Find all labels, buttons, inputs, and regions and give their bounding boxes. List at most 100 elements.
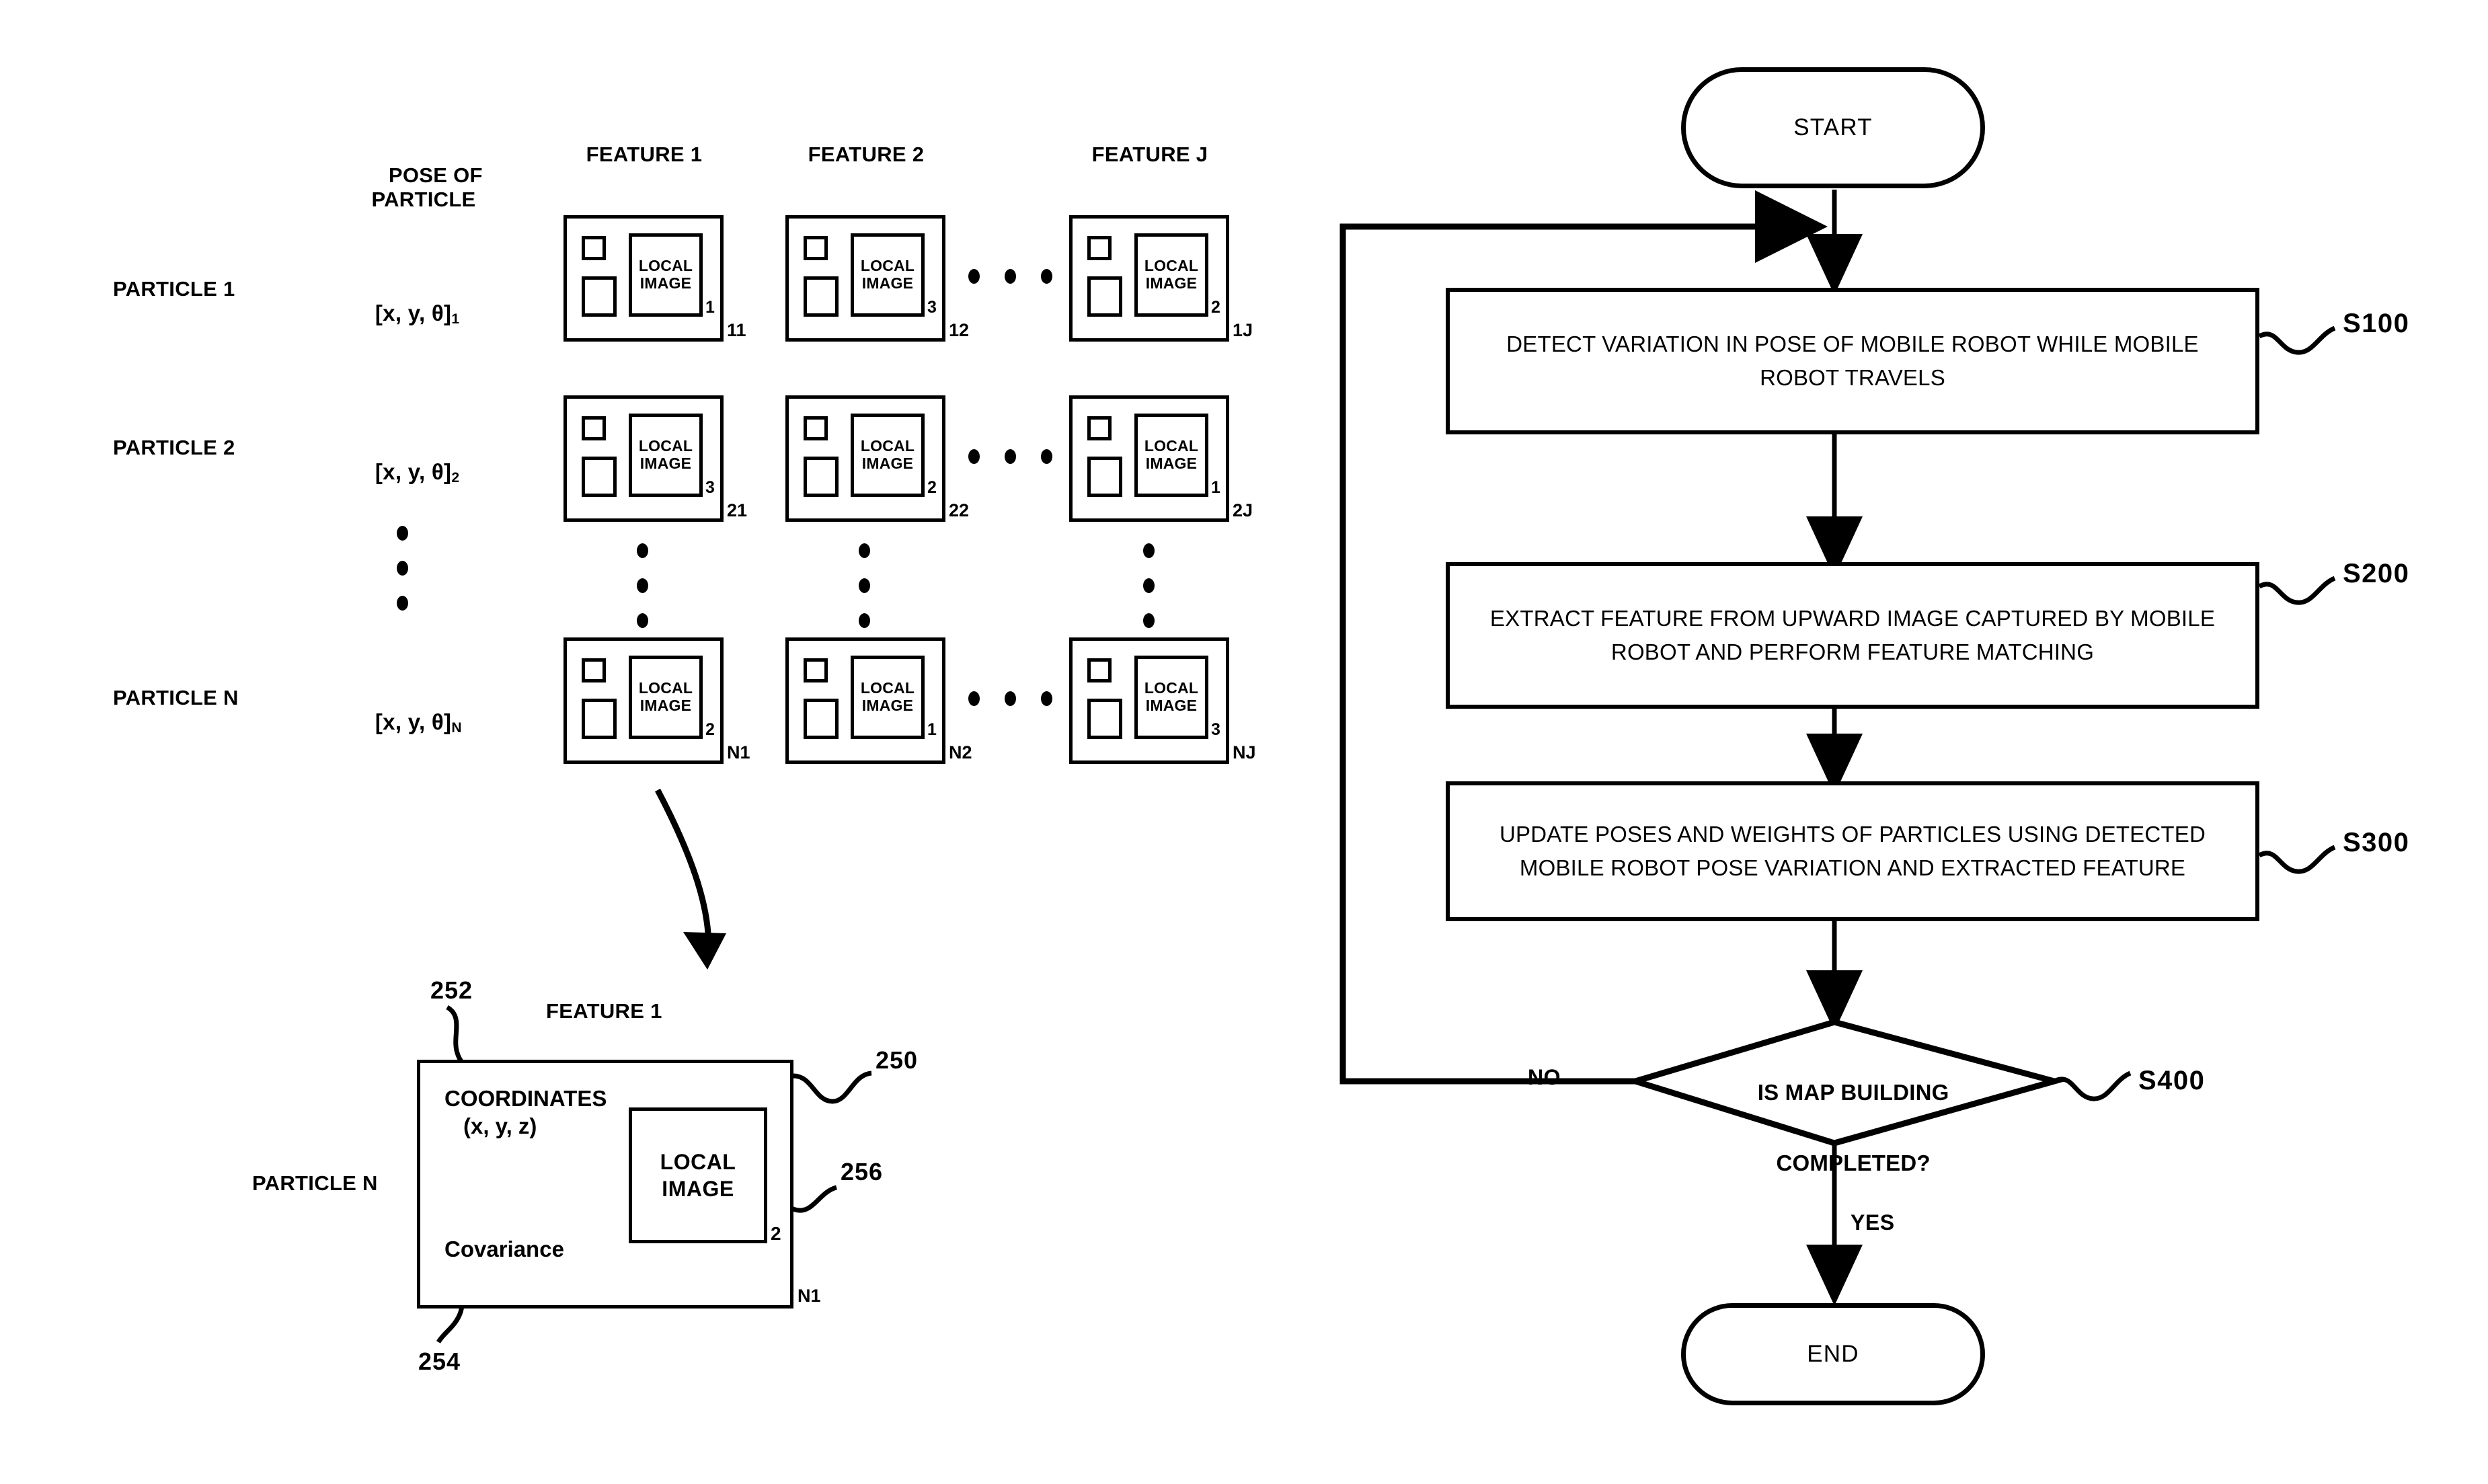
local-image-subscript: 1 — [705, 298, 715, 317]
flow-node-end[interactable]: END — [1681, 1303, 1985, 1405]
local-image-thumb: LOCAL IMAGE — [629, 414, 703, 497]
local-image-thumb: LOCAL IMAGE — [1134, 414, 1208, 497]
local-image-thumb: LOCAL IMAGE — [851, 414, 925, 497]
local-image-thumb: LOCAL IMAGE — [1134, 656, 1208, 739]
local-image-subscript: 2 — [927, 478, 937, 497]
local-image-thumb: LOCAL IMAGE — [629, 656, 703, 739]
flow-step-s100[interactable]: DETECT VARIATION IN POSE OF MOBILE ROBOT… — [1446, 288, 2259, 434]
feature-cell-n-1[interactable]: LOCAL IMAGE 2 — [563, 637, 724, 764]
start-label: START — [1793, 114, 1873, 141]
detail-box-subscript: N1 — [798, 1286, 821, 1306]
detail-local-image-subscript: 2 — [771, 1223, 781, 1244]
decision-text: IS MAP BUILDING COMPLETED? — [1635, 1040, 2033, 1217]
leader-s100 — [2258, 325, 2336, 355]
local-image-thumb: LOCAL IMAGE — [1134, 233, 1208, 317]
ref-numeral-252: 252 — [430, 976, 473, 1004]
keypoint-marker-large — [1087, 699, 1122, 739]
feature-cell-subscript-1-1: 11 — [727, 320, 746, 340]
local-image-thumb: LOCAL IMAGE — [851, 233, 925, 317]
leader-s200 — [2258, 576, 2336, 605]
feature-cell-2-j[interactable]: LOCAL IMAGE 1 — [1069, 395, 1229, 522]
row-pose-particle-1: [x, y, θ]1 — [375, 300, 460, 327]
ref-step-s100: S100 — [2343, 309, 2410, 338]
keypoint-marker-large — [582, 699, 617, 739]
ref-numeral-250: 250 — [876, 1046, 919, 1074]
feature-cell-1-j[interactable]: LOCAL IMAGE 2 — [1069, 215, 1229, 342]
keypoint-marker-large — [582, 457, 617, 497]
keypoint-marker-small — [1087, 658, 1112, 682]
row-label-particle-n: PARTICLE N — [113, 686, 239, 709]
row-label-particle-1: PARTICLE 1 — [113, 277, 235, 301]
feature-cell-subscript-n-2: N2 — [949, 742, 972, 763]
flow-node-start[interactable]: START — [1681, 67, 1985, 188]
row-label-particle-2: PARTICLE 2 — [113, 436, 235, 459]
local-image-thumb: LOCAL IMAGE — [629, 233, 703, 317]
local-image-subscript: 3 — [1211, 720, 1220, 739]
patent-figure-page: POSE OF PARTICLE FEATURE 1 FEATURE 2 FEA… — [0, 0, 2488, 1484]
keypoint-marker-small — [1087, 416, 1112, 440]
keypoint-marker-small — [582, 416, 606, 440]
detail-particle-label: PARTICLE N — [252, 1171, 378, 1195]
local-image-subscript: 2 — [705, 720, 715, 739]
flow-step-s100-text: DETECT VARIATION IN POSE OF MOBILE ROBOT… — [1506, 331, 2199, 390]
detail-coordinates-label: COORDINATES (x, y, z) — [444, 1086, 607, 1139]
feature-cell-subscript-n-1: N1 — [727, 742, 750, 763]
feature-cell-subscript-1-2: 12 — [949, 320, 970, 340]
column-header-feature-1: FEATURE 1 — [586, 143, 703, 166]
keypoint-marker-large — [804, 699, 839, 739]
row-pose-particle-2: [x, y, θ]2 — [375, 459, 460, 485]
column-header-pose: POSE OF PARTICLE — [371, 163, 483, 212]
ref-step-s300: S300 — [2343, 828, 2410, 857]
feature-cell-2-2[interactable]: LOCAL IMAGE 2 — [785, 395, 945, 522]
detail-local-image-thumb: LOCAL IMAGE — [629, 1107, 767, 1243]
keypoint-marker-small — [1087, 236, 1112, 260]
end-label: END — [1807, 1341, 1859, 1367]
flow-step-s300[interactable]: UPDATE POSES AND WEIGHTS OF PARTICLES US… — [1446, 781, 2259, 921]
feature-cell-subscript-2-2: 22 — [949, 500, 970, 520]
decision-text-line-1: IS MAP BUILDING — [1757, 1079, 1949, 1105]
local-image-thumb: LOCAL IMAGE — [851, 656, 925, 739]
keypoint-marker-small — [582, 658, 606, 682]
local-image-subscript: 3 — [705, 478, 715, 497]
feature-cell-subscript-2-j: 2J — [1233, 500, 1253, 520]
branch-label-no: NO — [1528, 1065, 1561, 1089]
keypoint-marker-small — [582, 236, 606, 260]
ref-step-s200: S200 — [2343, 559, 2410, 588]
keypoint-marker-large — [582, 276, 617, 317]
ref-numeral-256: 256 — [841, 1158, 884, 1185]
ref-step-s400: S400 — [2138, 1066, 2206, 1095]
leader-s300 — [2258, 845, 2336, 874]
feature-cell-subscript-1-j: 1J — [1233, 320, 1253, 340]
detail-covariance-label: Covariance — [444, 1237, 564, 1261]
feature-cell-subscript-n-j: NJ — [1233, 742, 1256, 763]
feature-cell-subscript-2-1: 21 — [727, 500, 748, 520]
feature-cell-n-2[interactable]: LOCAL IMAGE 1 — [785, 637, 945, 764]
keypoint-marker-large — [804, 457, 839, 497]
local-image-subscript: 1 — [1211, 478, 1220, 497]
leader-s400 — [2053, 1070, 2132, 1101]
keypoint-marker-small — [804, 658, 828, 682]
keypoint-marker-large — [1087, 457, 1122, 497]
detail-feature-label: FEATURE 1 — [546, 999, 662, 1023]
local-image-subscript: 2 — [1211, 298, 1220, 317]
ref-numeral-254: 254 — [418, 1348, 461, 1375]
leader-250 — [793, 1070, 872, 1104]
keypoint-marker-small — [804, 416, 828, 440]
flow-decision-s400[interactable]: IS MAP BUILDING COMPLETED? — [1635, 1040, 2033, 1217]
detail-callout-arrow — [655, 788, 726, 970]
feature-cell-1-1[interactable]: LOCAL IMAGE 1 — [563, 215, 724, 342]
flow-step-s300-text: UPDATE POSES AND WEIGHTS OF PARTICLES US… — [1499, 821, 2206, 880]
flow-step-s200[interactable]: EXTRACT FEATURE FROM UPWARD IMAGE CAPTUR… — [1446, 562, 2259, 709]
local-image-subscript: 1 — [927, 720, 937, 739]
feature-cell-n-j[interactable]: LOCAL IMAGE 3 — [1069, 637, 1229, 764]
feature-cell-1-2[interactable]: LOCAL IMAGE 3 — [785, 215, 945, 342]
feature-detail-box[interactable]: COORDINATES (x, y, z) Covariance LOCAL I… — [417, 1060, 793, 1309]
decision-text-line-2: COMPLETED? — [1776, 1150, 1931, 1176]
local-image-subscript: 3 — [927, 298, 937, 317]
branch-label-yes: YES — [1851, 1210, 1895, 1235]
keypoint-marker-large — [1087, 276, 1122, 317]
keypoint-marker-small — [804, 236, 828, 260]
feature-cell-2-1[interactable]: LOCAL IMAGE 3 — [563, 395, 724, 522]
keypoint-marker-large — [804, 276, 839, 317]
column-header-feature-2: FEATURE 2 — [808, 143, 925, 166]
